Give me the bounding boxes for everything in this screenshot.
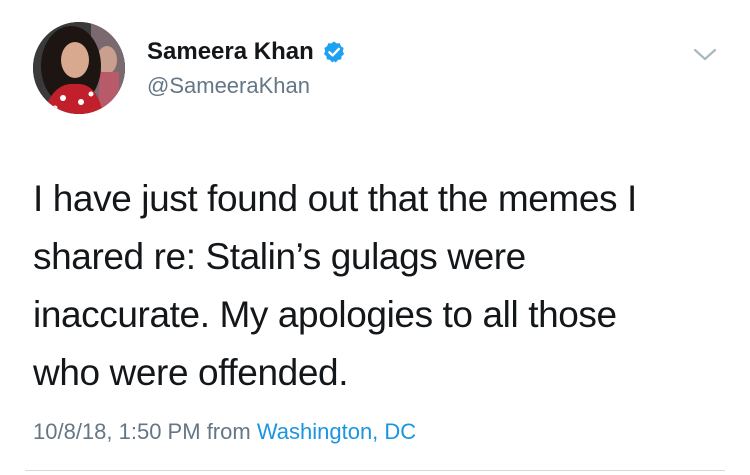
tweet-text-line: inaccurate. My apologies to all those	[33, 294, 617, 335]
display-name[interactable]: Sameera Khan	[147, 38, 346, 66]
user-handle[interactable]: @SameeraKhan	[147, 72, 310, 100]
from-label: from	[206, 419, 251, 444]
chevron-down-icon[interactable]	[690, 42, 720, 66]
display-name-text: Sameera Khan	[147, 38, 314, 65]
tweet-text-line: shared re: Stalin’s gulags were	[33, 236, 526, 277]
tweet-timestamp[interactable]: 10/8/18, 1:50 PM	[33, 419, 201, 444]
divider	[25, 470, 725, 471]
tweet-text-line: I have just found out that the memes I	[33, 178, 637, 219]
tweet-text-line: who were offended.	[33, 352, 349, 393]
tweet-card: Sameera Khan @SameeraKhan I have just fo…	[0, 0, 750, 475]
avatar-image	[33, 22, 125, 114]
verified-badge-icon	[322, 40, 346, 64]
location-link[interactable]: Washington, DC	[257, 419, 416, 444]
tweet-text: I have just found out that the memes I s…	[33, 170, 723, 402]
tweet-meta: 10/8/18, 1:50 PM from Washington, DC	[33, 418, 416, 446]
avatar[interactable]	[33, 22, 125, 114]
